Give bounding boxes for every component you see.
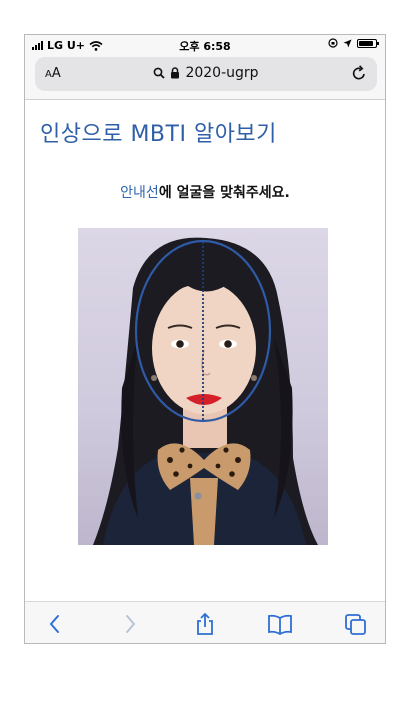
portrait-illustration [93, 237, 318, 545]
page-title: 인상으로 MBTI 알아보기 [40, 122, 277, 147]
face-photo [78, 228, 328, 545]
instruction-rest: 에 얼굴을 맞춰주세요. [158, 185, 290, 201]
forward-icon [126, 615, 135, 633]
location-icon [343, 39, 352, 47]
lock-icon [171, 67, 180, 79]
status-right [328, 38, 379, 48]
bookmarks-icon [268, 614, 292, 636]
tabs-icon [345, 614, 366, 635]
back-button[interactable] [43, 612, 69, 636]
battery-icon [357, 38, 379, 48]
page-content: 인상으로 MBTI 알아보기 안내선에 얼굴을 맞춰주세요. [25, 100, 385, 643]
browser-toolbar [25, 601, 385, 643]
reload-icon[interactable] [351, 64, 367, 82]
guide-highlight: 안내선 [120, 185, 159, 201]
phone-frame: LG U+ 오후 6:58 AA 2020-ugrp 인상으로 MBTI 알아보… [24, 34, 386, 644]
forward-button[interactable] [117, 612, 143, 636]
url-text: 2020-ugrp [185, 65, 259, 81]
tabs-button[interactable] [343, 612, 369, 636]
back-icon [50, 615, 59, 633]
url-bar[interactable]: AA 2020-ugrp [35, 57, 377, 91]
search-icon [154, 67, 166, 79]
status-bar: LG U+ 오후 6:58 [25, 35, 385, 55]
instruction-text: 안내선에 얼굴을 맞춰주세요. [25, 182, 385, 202]
share-icon [197, 612, 213, 635]
orientation-lock-icon [328, 38, 338, 48]
bookmarks-button[interactable] [267, 612, 293, 636]
share-button[interactable] [192, 612, 218, 636]
url-display[interactable]: 2020-ugrp [35, 65, 377, 81]
